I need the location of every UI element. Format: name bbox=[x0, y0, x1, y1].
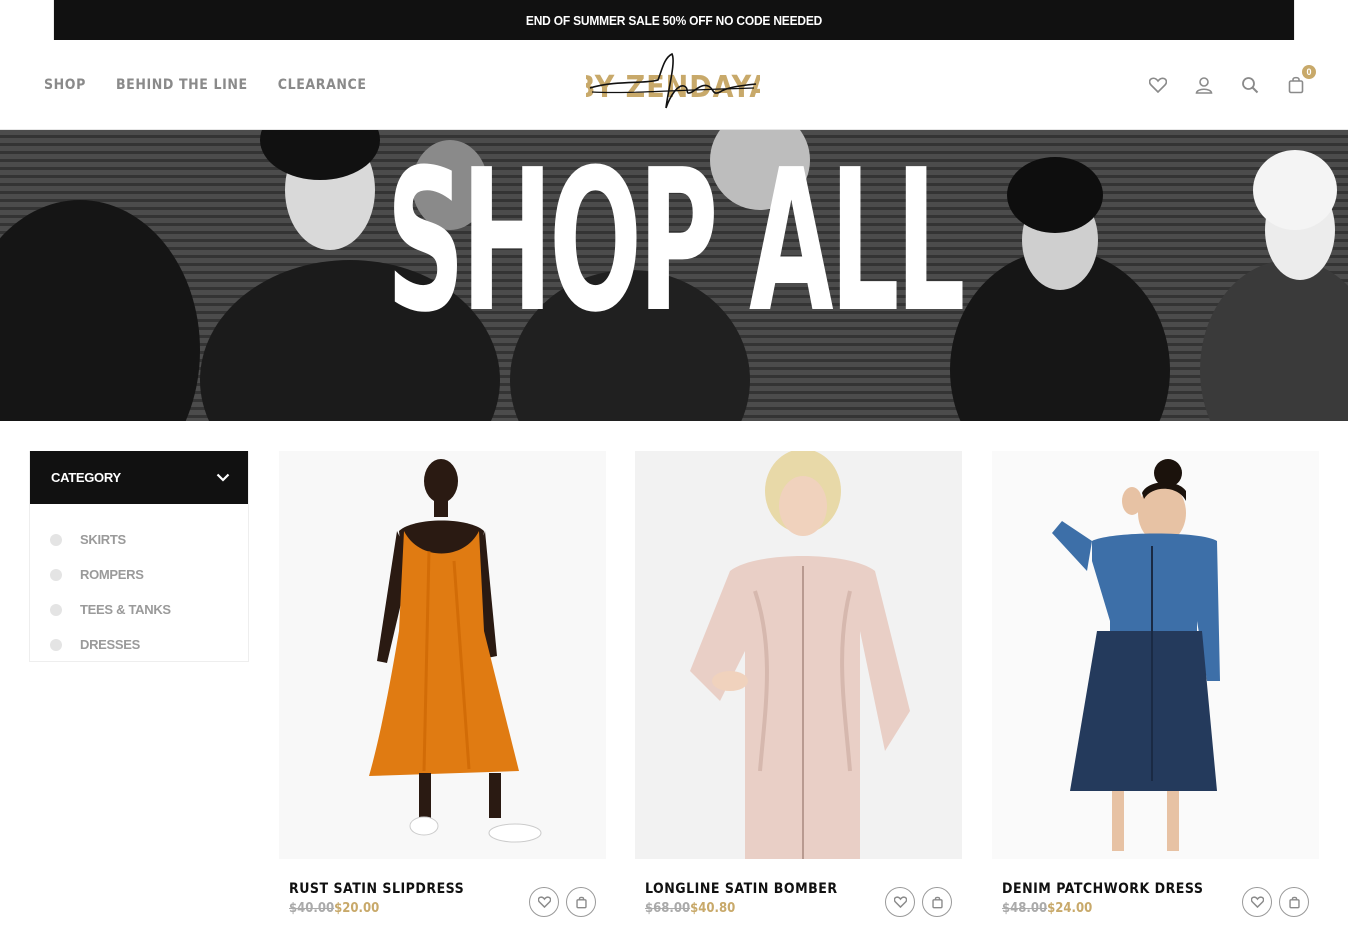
chevron-down-icon bbox=[216, 473, 230, 482]
add-to-cart-button[interactable] bbox=[566, 887, 596, 917]
product-card: RUST SATIN SLIPDRESS $40.00$20.00 bbox=[279, 451, 606, 939]
cart-count-badge: 0 bbox=[1302, 65, 1316, 79]
user-icon[interactable] bbox=[1192, 73, 1216, 97]
add-to-wishlist-button[interactable] bbox=[529, 887, 559, 917]
promo-text: END OF SUMMER SALE 50% OFF NO CODE NEEDE… bbox=[525, 12, 823, 28]
heart-icon bbox=[537, 896, 551, 908]
sale-price: $24.00 bbox=[1047, 901, 1093, 916]
promo-bar: END OF SUMMER SALE 50% OFF NO CODE NEEDE… bbox=[53, 0, 1295, 40]
shopping-bag-icon[interactable]: 0 bbox=[1284, 65, 1316, 97]
category-option-dresses[interactable]: DRESSES bbox=[30, 627, 248, 662]
sale-price: $40.80 bbox=[690, 901, 736, 916]
radio-dot[interactable] bbox=[50, 603, 62, 616]
original-price: $68.00 bbox=[645, 901, 691, 916]
product-info: LONGLINE SATIN BOMBER $68.00$40.80 bbox=[635, 859, 962, 939]
product-card: DENIM PATCHWORK DRESS $48.00$24.00 bbox=[992, 451, 1319, 939]
shopping-bag-icon bbox=[1288, 896, 1300, 908]
main-nav: SHOP BEHIND THE LINE CLEARANCE bbox=[44, 40, 367, 130]
add-to-cart-button[interactable] bbox=[1279, 887, 1309, 917]
category-label: SKIRTS bbox=[80, 532, 126, 547]
add-to-wishlist-button[interactable] bbox=[1242, 887, 1272, 917]
radio-dot[interactable] bbox=[50, 533, 62, 546]
heart-icon[interactable] bbox=[1146, 73, 1170, 97]
category-filter: CATEGORY SKIRTS ROMPERS TEES & TANKS DRE… bbox=[29, 451, 249, 662]
category-label: ROMPERS bbox=[80, 567, 144, 582]
original-price: $48.00 bbox=[1002, 901, 1048, 916]
heart-icon bbox=[893, 896, 907, 908]
hero-banner: SHOP ALL bbox=[0, 130, 1348, 421]
category-label: DRESSES bbox=[80, 637, 141, 652]
product-info: DENIM PATCHWORK DRESS $48.00$24.00 bbox=[992, 859, 1319, 939]
nav-item-shop[interactable]: SHOP bbox=[44, 77, 86, 93]
product-actions bbox=[529, 887, 596, 917]
product-actions bbox=[1242, 887, 1309, 917]
nav-item-behind-the-line[interactable]: BEHIND THE LINE bbox=[116, 77, 248, 93]
category-label: TEES & TANKS bbox=[80, 602, 171, 617]
category-list: SKIRTS ROMPERS TEES & TANKS DRESSES bbox=[30, 504, 248, 662]
category-option-rompers[interactable]: ROMPERS bbox=[30, 557, 248, 592]
product-card: LONGLINE SATIN BOMBER $68.00$40.80 bbox=[635, 451, 962, 939]
category-option-tees-tanks[interactable]: TEES & TANKS bbox=[30, 592, 248, 627]
nav-item-clearance[interactable]: CLEARANCE bbox=[278, 77, 367, 93]
product-actions bbox=[885, 887, 952, 917]
site-logo[interactable]: BY ZENDAYA bbox=[575, 50, 770, 120]
search-icon[interactable] bbox=[1238, 73, 1262, 97]
original-price: $40.00 bbox=[289, 901, 335, 916]
add-to-wishlist-button[interactable] bbox=[885, 887, 915, 917]
shopping-bag-icon bbox=[575, 896, 587, 908]
product-info: RUST SATIN SLIPDRESS $40.00$20.00 bbox=[279, 859, 606, 939]
hero-title: SHOP ALL bbox=[386, 130, 965, 356]
radio-dot[interactable] bbox=[50, 568, 62, 581]
shopping-bag-icon bbox=[931, 896, 943, 908]
product-image[interactable] bbox=[635, 451, 962, 859]
header-icons: 0 bbox=[1146, 40, 1316, 130]
add-to-cart-button[interactable] bbox=[922, 887, 952, 917]
heart-icon bbox=[1250, 896, 1264, 908]
sale-price: $20.00 bbox=[334, 901, 380, 916]
category-filter-toggle[interactable]: CATEGORY bbox=[30, 451, 248, 504]
category-heading: CATEGORY bbox=[51, 470, 121, 485]
radio-dot[interactable] bbox=[50, 638, 62, 651]
product-image[interactable] bbox=[992, 451, 1319, 859]
site-header: SHOP BEHIND THE LINE CLEARANCE BY ZENDAY… bbox=[0, 40, 1348, 130]
product-image[interactable] bbox=[279, 451, 606, 859]
category-option-skirts[interactable]: SKIRTS bbox=[30, 522, 248, 557]
